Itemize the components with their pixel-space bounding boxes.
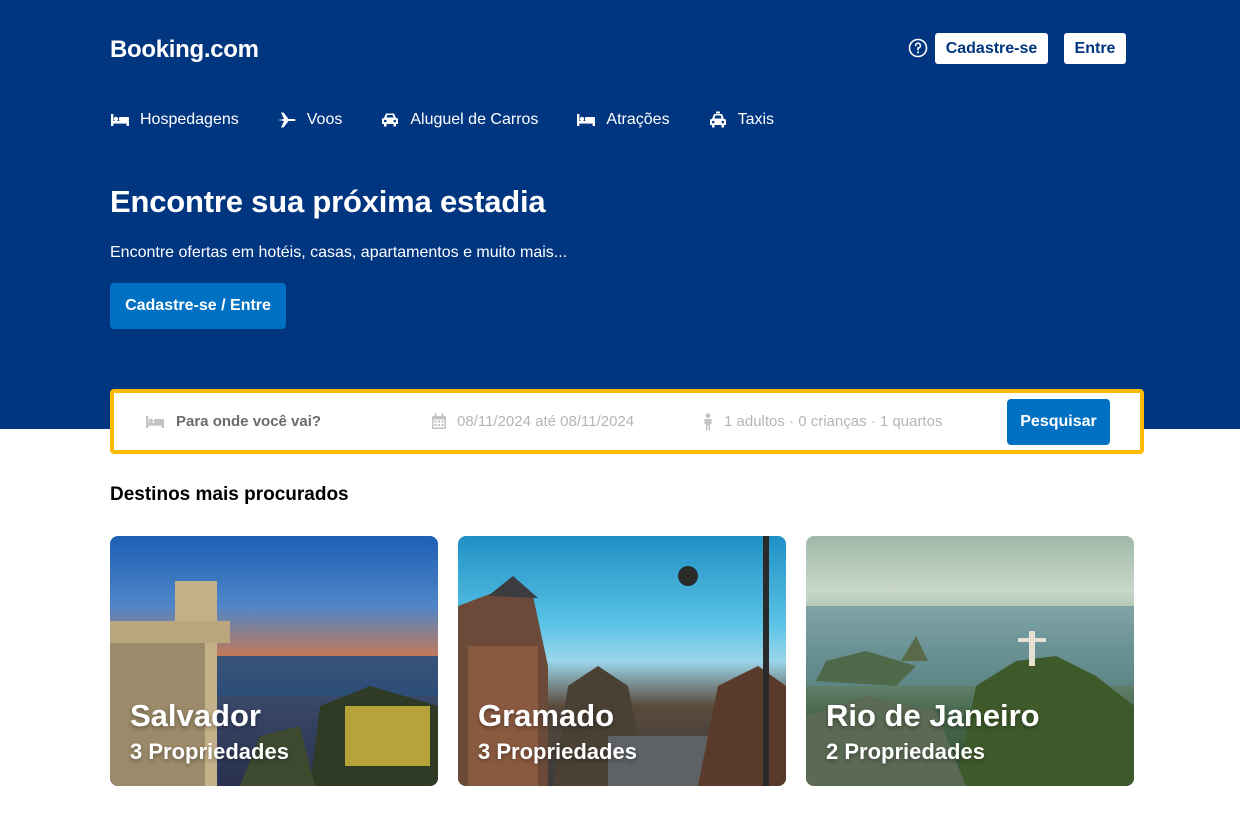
nav-label: Hospedagens xyxy=(140,111,239,128)
nav-label: Voos xyxy=(306,111,343,128)
popular-destinations-title: Destinos mais procurados xyxy=(110,484,349,505)
nav-item-atracoes[interactable]: Atrações xyxy=(576,111,670,129)
date-field[interactable]: 08/11/2024 até 08/11/2024 xyxy=(431,393,634,450)
car-icon xyxy=(382,113,399,127)
calendar-icon xyxy=(432,413,446,429)
destination-count: 3 Propriedades xyxy=(130,739,289,764)
bed-icon xyxy=(111,114,129,126)
destination-name: Gramado xyxy=(478,698,615,733)
bed-icon xyxy=(577,114,596,126)
nav-item-voos[interactable]: Voos xyxy=(277,111,343,129)
main-nav: Hospedagens Voos Aluguel de Carros Atraç… xyxy=(110,109,812,131)
date-range-value: 08/11/2024 até 08/11/2024 xyxy=(457,413,635,430)
search-button[interactable]: Pesquisar xyxy=(1007,399,1110,445)
nav-item-aluguel-carros[interactable]: Aluguel de Carros xyxy=(380,111,538,129)
destination-name: Rio de Janeiro xyxy=(826,698,1040,733)
bed-icon xyxy=(146,415,164,428)
plane-icon xyxy=(277,112,296,128)
destination-card-salvador[interactable]: Salvador 3 Propriedades xyxy=(110,536,438,786)
nav-item-taxis[interactable]: Taxis xyxy=(708,111,774,129)
question-circle-icon[interactable] xyxy=(908,38,928,58)
destination-placeholder: Para onde você vai? xyxy=(176,413,322,430)
destination-card-rio-de-janeiro[interactable]: Rio de Janeiro 2 Propriedades xyxy=(806,536,1134,786)
login-button[interactable]: Entre xyxy=(1064,33,1126,64)
guests-field[interactable]: 1 adultos · 0 crianças · 1 quartos xyxy=(702,393,942,450)
register-login-button[interactable]: Cadastre-se / Entre xyxy=(110,283,286,329)
nav-item-hospedagens[interactable]: Hospedagens xyxy=(110,111,239,129)
register-button[interactable]: Cadastre-se xyxy=(935,33,1048,64)
destination-count: 3 Propriedades xyxy=(478,739,637,764)
nav-label: Aluguel de Carros xyxy=(410,111,539,128)
nav-label: Taxis xyxy=(737,111,775,128)
brand-logo[interactable]: Booking.com xyxy=(110,36,259,64)
destination-field[interactable]: Para onde você vai? xyxy=(144,393,321,450)
guests-value: 1 adultos · 0 crianças · 1 quartos xyxy=(724,413,943,430)
destination-name: Salvador xyxy=(130,698,261,733)
nav-label: Atrações xyxy=(606,111,670,128)
destination-card-gramado[interactable]: Gramado 3 Propriedades xyxy=(458,536,786,786)
destination-count: 2 Propriedades xyxy=(826,739,985,764)
search-bar: Para onde você vai? 08/11/2024 até 08/11… xyxy=(110,389,1144,454)
taxi-icon xyxy=(709,111,726,128)
person-icon xyxy=(704,412,712,430)
hero-title: Encontre sua próxima estadia xyxy=(110,184,546,219)
hero-subtitle: Encontre ofertas em hotéis, casas, apart… xyxy=(110,244,568,261)
